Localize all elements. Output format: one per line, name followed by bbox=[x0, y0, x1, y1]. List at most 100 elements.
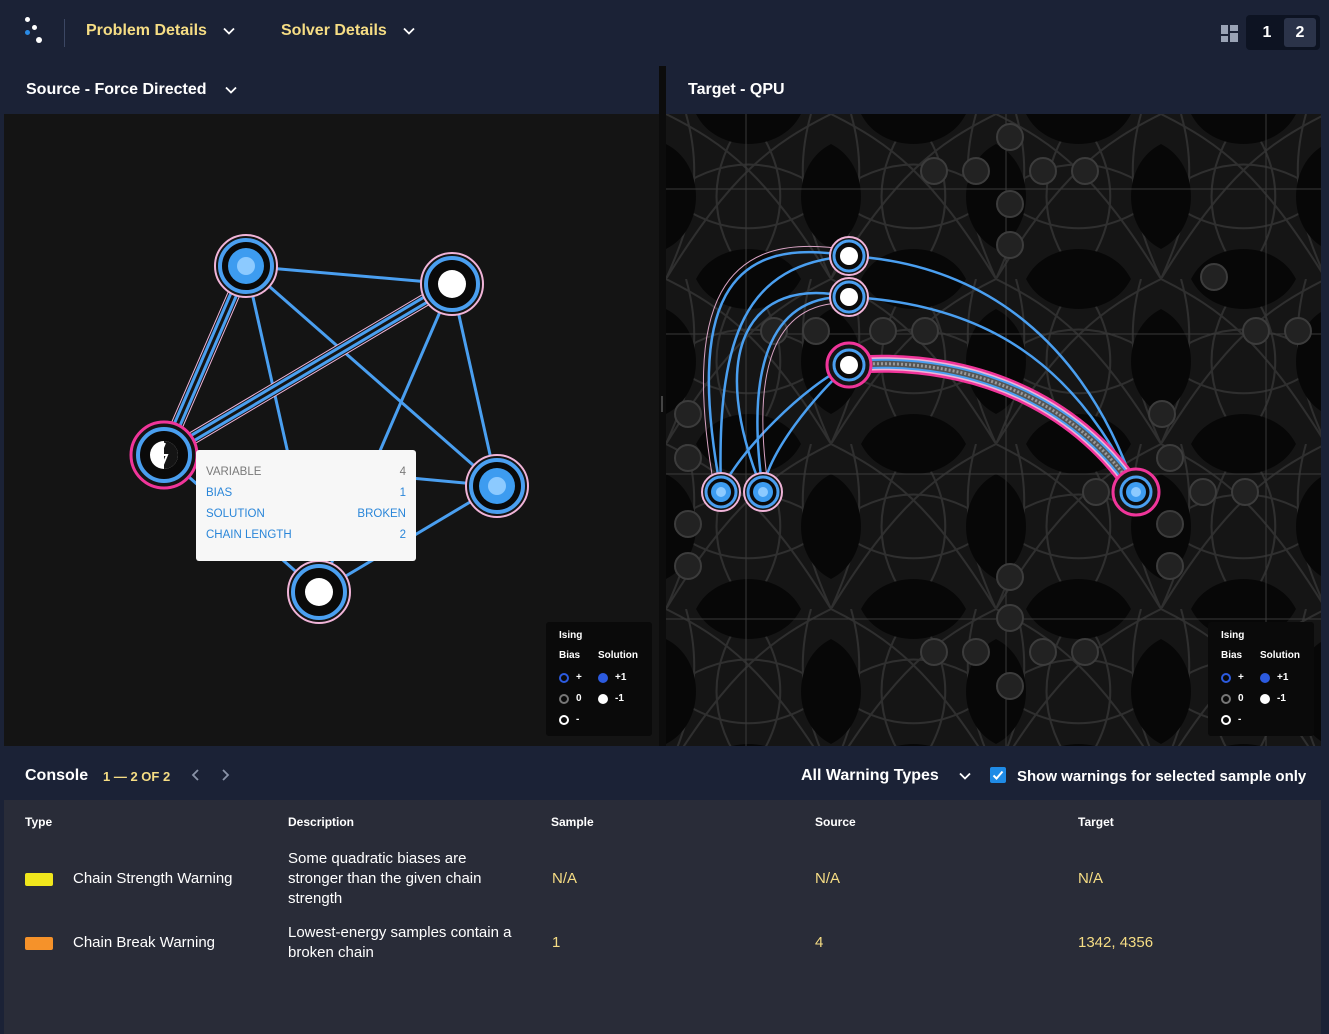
bias-zero-ring-icon bbox=[559, 693, 569, 704]
column-header-sample: Sample bbox=[551, 815, 594, 829]
qubit-negative bbox=[829, 277, 869, 317]
source-panel-header: Source - Force Directed bbox=[4, 66, 659, 114]
page-1-button[interactable]: 1 bbox=[1251, 18, 1283, 47]
chevron-right-icon[interactable] bbox=[218, 768, 232, 782]
legend-bias-zero: 0 bbox=[1221, 693, 1244, 704]
chevron-down-icon bbox=[224, 86, 237, 94]
console-count: 1 — 2 OF 2 bbox=[103, 769, 171, 784]
qubit-negative bbox=[829, 236, 869, 276]
checkbox-label[interactable]: Show warnings for selected sample only bbox=[1017, 768, 1306, 785]
target-panel-header: Target - QPU bbox=[666, 66, 1321, 114]
qubit-negative-broken bbox=[825, 341, 873, 389]
bias-minus-ring-icon bbox=[1221, 714, 1231, 725]
legend-label: 0 bbox=[576, 693, 582, 704]
legend-title: Ising bbox=[559, 630, 583, 641]
qubit-positive bbox=[701, 472, 741, 512]
bias-plus-ring-icon bbox=[1221, 672, 1231, 683]
legend-label: + bbox=[1238, 672, 1244, 683]
tooltip-value: 4 bbox=[399, 466, 406, 478]
chevron-left-icon[interactable] bbox=[189, 768, 203, 782]
node-positive bbox=[465, 454, 529, 518]
target-graph-canvas[interactable]: Ising Bias Solution + 0 - +1 -1 bbox=[666, 114, 1321, 746]
tooltip-label: BIAS bbox=[206, 487, 233, 499]
solver-details-label: Solver Details bbox=[281, 22, 387, 39]
legend-label: -1 bbox=[1277, 693, 1286, 704]
warning-type: Chain Strength Warning bbox=[73, 870, 233, 887]
column-header-description: Description bbox=[288, 815, 355, 829]
legend-bias-zero: 0 bbox=[559, 693, 582, 704]
solution-minus-dot-icon bbox=[1260, 693, 1270, 704]
solution-plus-dot-icon bbox=[598, 672, 608, 683]
warning-sample: 1 bbox=[552, 934, 561, 951]
legend-bias-plus: + bbox=[1221, 672, 1244, 683]
divider bbox=[64, 19, 65, 47]
column-header-source: Source bbox=[815, 815, 856, 829]
tooltip-row-chain-length: CHAIN LENGTH 2 bbox=[206, 529, 406, 541]
splitter-handle[interactable] bbox=[661, 396, 663, 412]
source-graph-canvas[interactable]: VARIABLE 4 BIAS 1 SOLUTION BROKEN CHAIN … bbox=[4, 114, 659, 746]
bias-zero-ring-icon bbox=[1221, 693, 1231, 704]
legend-solution-minus: -1 bbox=[598, 693, 624, 704]
legend-label: +1 bbox=[615, 672, 627, 683]
legend-solution-header: Solution bbox=[1260, 650, 1300, 661]
solver-details-menu[interactable]: Solver Details bbox=[281, 22, 415, 40]
legend-label: 0 bbox=[1238, 693, 1244, 704]
legend-solution-plus: +1 bbox=[1260, 672, 1288, 683]
target-panel: Target - QPU Ising Bias Solution + 0 - +… bbox=[666, 66, 1321, 746]
console-header: Console 1 — 2 OF 2 All Warning Types Sho… bbox=[4, 750, 1321, 800]
warning-type-filter[interactable]: All Warning Types bbox=[801, 767, 971, 785]
legend-bias-minus: - bbox=[1221, 714, 1241, 725]
source-panel: Source - Force Directed VARIABLE 4 BIAS … bbox=[4, 66, 659, 746]
ising-legend: Ising Bias Solution + 0 - +1 -1 bbox=[546, 622, 652, 736]
warning-source: N/A bbox=[815, 870, 841, 887]
page-switcher: 1 2 bbox=[1246, 15, 1320, 50]
tooltip-label: CHAIN LENGTH bbox=[206, 529, 292, 541]
legend-bias-plus: + bbox=[559, 672, 582, 683]
column-header-type: Type bbox=[25, 815, 53, 829]
qubit-positive bbox=[743, 472, 783, 512]
tooltip-value: 2 bbox=[399, 529, 406, 541]
legend-bias-header: Bias bbox=[1221, 650, 1243, 661]
legend-label: -1 bbox=[615, 693, 624, 704]
source-view-dropdown[interactable]: Source - Force Directed bbox=[26, 81, 237, 99]
legend-title: Ising bbox=[1221, 630, 1245, 641]
ising-legend: Ising Bias Solution + 0 - +1 -1 bbox=[1208, 622, 1314, 736]
chevron-down-icon bbox=[223, 27, 235, 35]
bias-plus-ring-icon bbox=[559, 672, 569, 683]
tooltip-label: SOLUTION bbox=[206, 508, 265, 520]
legend-label: + bbox=[576, 672, 582, 683]
app-logo-icon[interactable] bbox=[22, 17, 46, 49]
tooltip-value: BROKEN bbox=[357, 508, 406, 520]
top-bar: Problem Details Solver Details 1 2 bbox=[0, 0, 1329, 66]
tooltip-label: VARIABLE bbox=[206, 466, 262, 478]
tooltip-value: 1 bbox=[399, 487, 406, 499]
legend-label: - bbox=[1238, 714, 1242, 725]
legend-label: - bbox=[576, 714, 580, 725]
bias-minus-ring-icon bbox=[559, 714, 569, 725]
legend-solution-minus: -1 bbox=[1260, 693, 1286, 704]
chevron-down-icon bbox=[403, 27, 415, 35]
layout-grid-icon[interactable] bbox=[1221, 25, 1238, 42]
warning-target: N/A bbox=[1078, 870, 1104, 887]
node-negative bbox=[420, 252, 484, 316]
problem-details-menu[interactable]: Problem Details bbox=[86, 22, 235, 40]
console-title: Console bbox=[25, 767, 89, 784]
check-icon bbox=[992, 770, 1004, 780]
selected-sample-checkbox[interactable] bbox=[990, 767, 1006, 783]
chevron-down-icon bbox=[959, 772, 971, 780]
warning-description: Some quadratic biases are stronger than … bbox=[288, 850, 482, 907]
node-broken bbox=[129, 420, 199, 490]
solution-minus-dot-icon bbox=[598, 693, 608, 704]
solution-plus-dot-icon bbox=[1260, 672, 1270, 683]
warning-sample: N/A bbox=[552, 870, 578, 887]
warning-type: Chain Break Warning bbox=[73, 934, 216, 951]
tooltip-row-bias: BIAS 1 bbox=[206, 487, 406, 499]
legend-label: +1 bbox=[1277, 672, 1289, 683]
source-panel-title: Source - Force Directed bbox=[26, 81, 207, 98]
variable-tooltip: VARIABLE 4 BIAS 1 SOLUTION BROKEN CHAIN … bbox=[196, 450, 416, 561]
panel-splitter[interactable] bbox=[659, 66, 666, 746]
page-2-button[interactable]: 2 bbox=[1284, 18, 1316, 47]
legend-solution-header: Solution bbox=[598, 650, 638, 661]
legend-bias-header: Bias bbox=[559, 650, 581, 661]
legend-solution-plus: +1 bbox=[598, 672, 626, 683]
